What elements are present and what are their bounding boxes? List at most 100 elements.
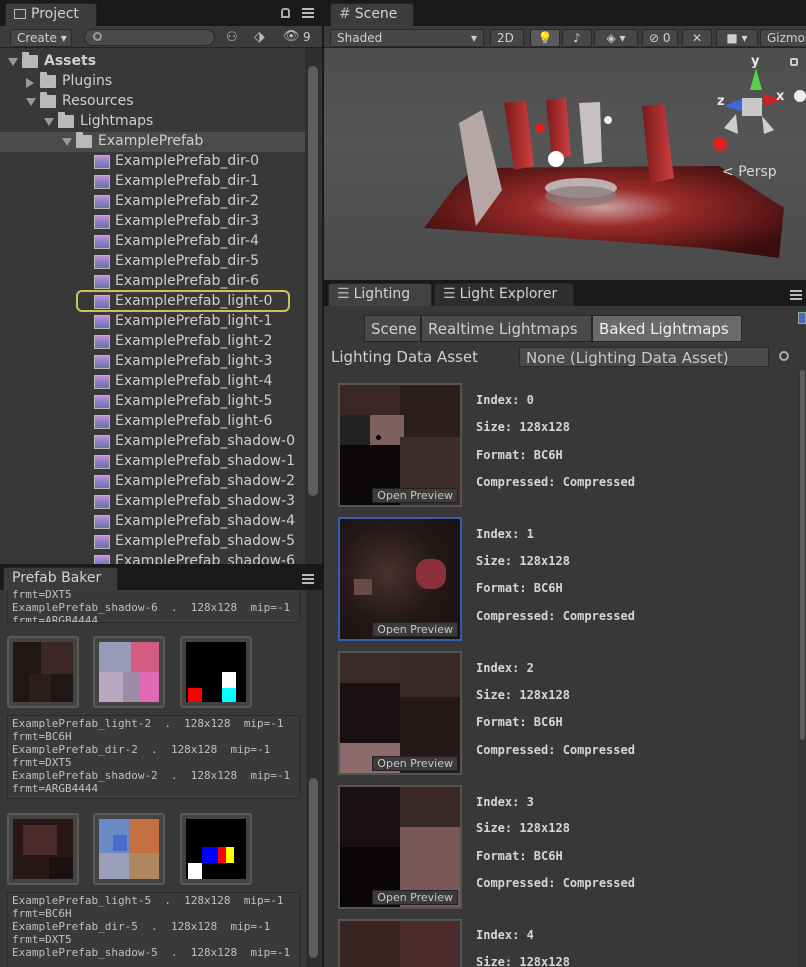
prefab-light-thumbnail[interactable] [7, 636, 79, 708]
panel-menu-icon[interactable] [302, 574, 314, 584]
collapse-arrow-icon[interactable] [26, 78, 34, 88]
tree-asset-row[interactable]: ExamplePrefab_light-2 [0, 332, 305, 352]
tree-folder-row[interactable]: Resources [0, 92, 305, 112]
scene-hidden-count: 0 [662, 31, 671, 45]
effects-dropdown[interactable]: ◈ ▾ [594, 29, 638, 47]
tree-item-label: ExamplePrefab_dir-1 [115, 173, 259, 189]
tree-asset-row[interactable]: ExamplePrefab_shadow-5 [0, 532, 305, 552]
open-preview-label: Open Preview [377, 623, 453, 636]
segment-realtime-lightmaps[interactable]: Realtime Lightmaps [421, 315, 592, 342]
tree-asset-row[interactable]: ExamplePrefab_dir-6 [0, 272, 305, 292]
filter-by-type-icon[interactable]: ⚇ [226, 30, 238, 45]
texture-icon [94, 375, 110, 389]
help-icon[interactable] [798, 312, 806, 324]
prefab-shadow-thumbnail[interactable] [180, 636, 252, 708]
lightmap-preview-1[interactable]: Open Preview [338, 517, 462, 641]
hidden-objects-toggle[interactable]: ⊘ 0 [642, 29, 678, 47]
expand-arrow-icon[interactable] [44, 118, 54, 126]
gizmos-dropdown[interactable]: Gizmos [760, 29, 806, 47]
open-preview-button[interactable]: Open Preview [372, 622, 458, 637]
open-preview-button[interactable]: Open Preview [372, 756, 458, 771]
lighting-scrollbar[interactable] [799, 370, 806, 967]
tree-asset-row[interactable]: ExamplePrefab_shadow-4 [0, 512, 305, 532]
tree-asset-row[interactable]: ExamplePrefab_shadow-1 [0, 452, 305, 472]
project-scroll-thumb[interactable] [308, 66, 318, 496]
lighting-toggle-button[interactable]: 💡 [530, 29, 560, 47]
scene-viewport[interactable]: y z x < Persp [324, 48, 806, 280]
tree-folder-row[interactable]: Assets [0, 52, 305, 72]
tree-asset-row[interactable]: ExamplePrefab_shadow-0 [0, 432, 305, 452]
object-picker-icon[interactable] [779, 351, 789, 361]
panel-menu-icon[interactable] [790, 290, 802, 300]
lightmap-preview-2[interactable]: Open Preview [338, 651, 462, 775]
create-dropdown[interactable]: Create ▾ [10, 29, 72, 47]
open-preview-button[interactable]: Open Preview [372, 890, 458, 905]
lightmap-preview-0[interactable]: Open Preview [338, 383, 462, 507]
light-gizmo-icon [713, 137, 727, 151]
tab-scene[interactable]: # Scene [330, 3, 414, 26]
open-preview-label: Open Preview [377, 489, 453, 502]
tree-asset-row[interactable]: ExamplePrefab_shadow-6 [0, 552, 305, 564]
expand-arrow-icon[interactable] [8, 58, 18, 66]
lightmap-index: Index: 2 [476, 661, 534, 675]
segment-scene[interactable]: Scene [364, 315, 421, 342]
lightmap-preview-4[interactable] [338, 919, 462, 967]
tab-project[interactable]: Project [5, 3, 97, 26]
lighting-data-asset-field[interactable]: None (Lighting Data Asset) [519, 347, 769, 367]
expand-arrow-icon[interactable] [26, 98, 36, 106]
tree-asset-row[interactable]: ExamplePrefab_shadow-3 [0, 492, 305, 512]
camera-dropdown[interactable]: ■ ▾ [716, 29, 758, 47]
lightmap-format: Format: BC6H [476, 715, 563, 729]
tree-asset-row[interactable]: ExamplePrefab_dir-4 [0, 232, 305, 252]
project-scrollbar[interactable] [305, 48, 321, 564]
tree-asset-row[interactable]: ExamplePrefab_dir-2 [0, 192, 305, 212]
axis-z-cone [724, 98, 744, 112]
shading-mode-dropdown[interactable]: Shaded ▾ [330, 29, 484, 47]
prefab-light-thumbnail[interactable] [7, 813, 79, 885]
lightmap-preview-3[interactable]: Open Preview [338, 785, 462, 909]
tree-asset-row[interactable]: ExamplePrefab_light-0 [0, 290, 305, 312]
audio-toggle-button[interactable]: ♪ [562, 29, 592, 47]
tree-folder-row[interactable]: Plugins [0, 72, 305, 92]
tree-folder-row[interactable]: Lightmaps [0, 112, 305, 132]
tab-light-explorer[interactable]: ☰ Light Explorer [434, 283, 574, 306]
prefab-baker-body: frmt=DXT5 ExamplePrefab_shadow-6 . 128x1… [0, 590, 323, 967]
tree-asset-row[interactable]: ExamplePrefab_dir-5 [0, 252, 305, 272]
tree-asset-row[interactable]: ExamplePrefab_dir-3 [0, 212, 305, 232]
tree-asset-row[interactable]: ExamplePrefab_light-3 [0, 352, 305, 372]
panel-divider[interactable] [322, 0, 324, 967]
prefab-dir-thumbnail[interactable] [93, 813, 165, 885]
tree-asset-row[interactable]: ExamplePrefab_light-1 [0, 312, 305, 332]
tree-asset-row[interactable]: ExamplePrefab_light-4 [0, 372, 305, 392]
folder-icon [58, 112, 74, 128]
tree-asset-row[interactable]: ExamplePrefab_dir-0 [0, 152, 305, 172]
prefab-dir-thumbnail[interactable] [93, 636, 165, 708]
search-input[interactable] [84, 29, 215, 46]
prefab-shadow-thumbnail[interactable] [180, 813, 252, 885]
tools-button[interactable]: ✕ [682, 29, 712, 47]
project-tree: Assets Plugins Resources Lightmaps ExamplePr… [0, 48, 323, 564]
lighting-scroll-thumb[interactable] [800, 370, 805, 740]
tree-asset-row[interactable]: ExamplePrefab_light-6 [0, 412, 305, 432]
prefab-baker-scroll-thumb[interactable] [309, 778, 318, 958]
tree-asset-row[interactable]: ExamplePrefab_shadow-2 [0, 472, 305, 492]
tab-lighting[interactable]: ☰ Lighting [328, 283, 432, 306]
prefab-baker-scrollbar[interactable] [306, 590, 321, 967]
tab-prefab-baker[interactable]: Prefab Baker [3, 567, 118, 590]
tree-asset-row[interactable]: ExamplePrefab_light-5 [0, 392, 305, 412]
hidden-eye-icon[interactable]: 👁 [283, 29, 300, 44]
tree-asset-row[interactable]: ExamplePrefab_dir-1 [0, 172, 305, 192]
segment-baked-lightmaps[interactable]: Baked Lightmaps [592, 315, 742, 342]
tab-light-explorer-label: Light Explorer [459, 286, 558, 302]
projection-toggle[interactable]: < Persp [722, 164, 777, 180]
open-preview-button[interactable]: Open Preview [372, 488, 458, 503]
lock-icon[interactable] [281, 8, 290, 18]
toggle-2d-button[interactable]: 2D [490, 29, 524, 47]
open-preview-label: Open Preview [377, 891, 453, 904]
texture-icon [94, 355, 110, 369]
panel-menu-icon[interactable] [302, 8, 314, 18]
lock-icon[interactable] [790, 58, 798, 66]
tree-folder-row[interactable]: ExamplePrefab [0, 132, 305, 152]
filter-by-label-icon[interactable]: ⬗ [254, 29, 265, 45]
expand-arrow-icon[interactable] [62, 138, 72, 146]
